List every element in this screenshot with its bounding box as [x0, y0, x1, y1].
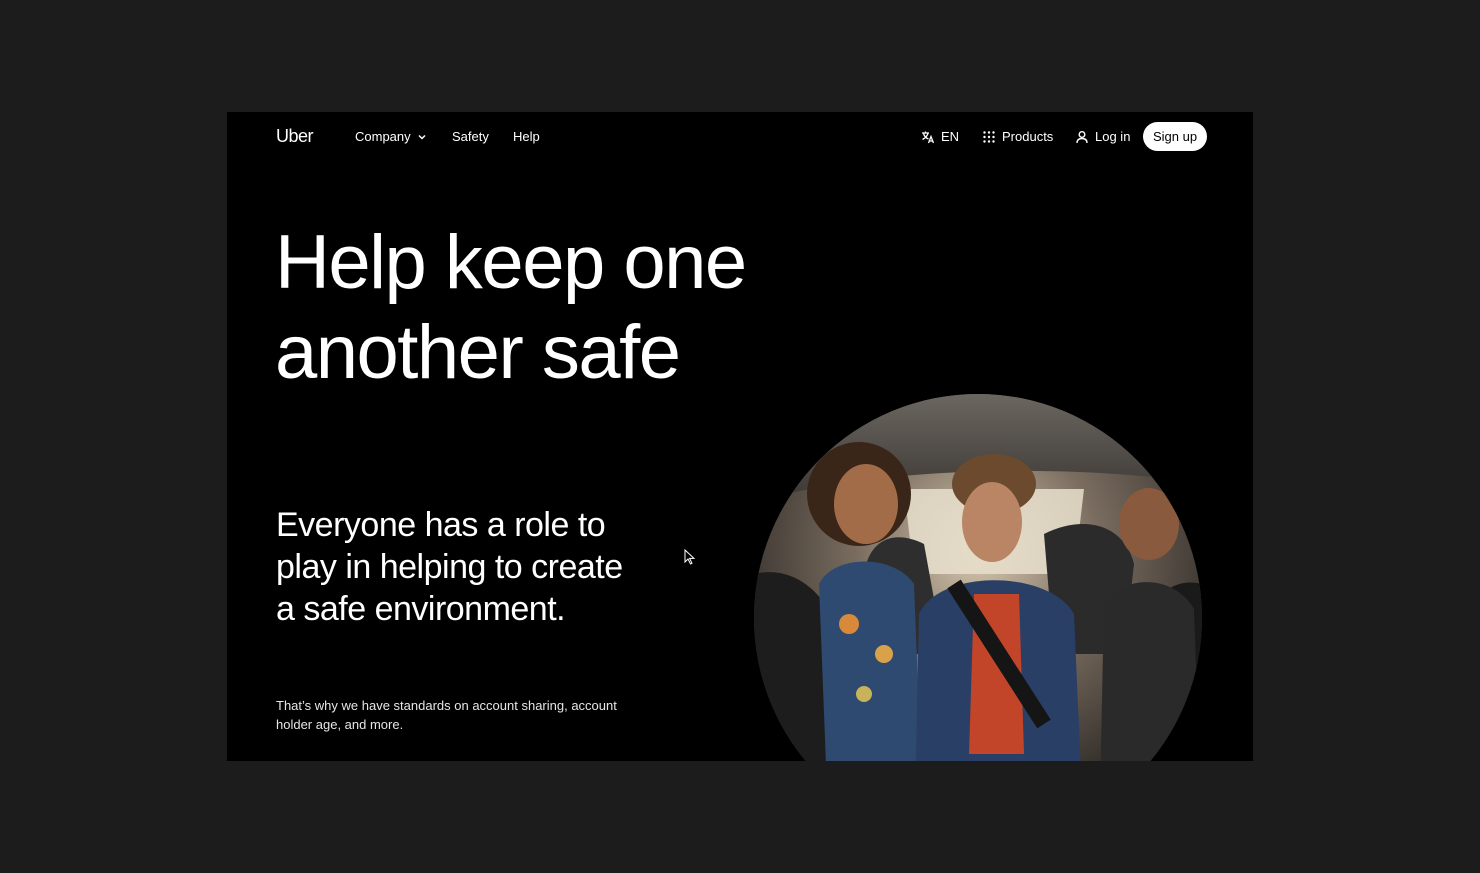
- nav-company-label: Company: [355, 129, 411, 144]
- riders-photo: [754, 394, 1202, 761]
- user-icon: [1076, 130, 1088, 143]
- nav-safety-link[interactable]: Safety: [452, 129, 489, 144]
- nav-help-label: Help: [513, 129, 540, 144]
- language-selector[interactable]: EN: [921, 129, 959, 144]
- login-label: Log in: [1095, 129, 1131, 144]
- chevron-down-icon: [418, 134, 426, 140]
- login-link[interactable]: Log in: [1075, 129, 1130, 144]
- nav-safety-label: Safety: [452, 129, 489, 144]
- uber-logo[interactable]: Uber: [276, 126, 314, 147]
- hero-subheading: Everyone has a role to play in helping t…: [276, 506, 623, 628]
- products-menu[interactable]: Products: [982, 129, 1053, 144]
- hero-body-text: That’s why we have standards on account …: [276, 698, 617, 732]
- hero-title-line1: Help keep one: [275, 220, 747, 305]
- uber-page-frame: Uber Company Safety Help EN Products Log…: [227, 112, 1253, 761]
- mouse-cursor-icon: [684, 549, 696, 565]
- nav-help-link[interactable]: Help: [513, 129, 540, 144]
- grid-icon: [983, 130, 995, 143]
- nav-company-menu[interactable]: Company: [355, 129, 427, 144]
- hero-title-line2: another safe: [275, 310, 681, 395]
- language-label: EN: [941, 129, 960, 144]
- top-navigation: Uber Company Safety Help EN Products Log…: [227, 112, 1253, 160]
- products-label: Products: [1002, 129, 1054, 144]
- translate-icon: [922, 131, 935, 143]
- signup-button[interactable]: Sign up: [1143, 122, 1208, 151]
- hero-title: Help keep one another safe: [275, 218, 835, 398]
